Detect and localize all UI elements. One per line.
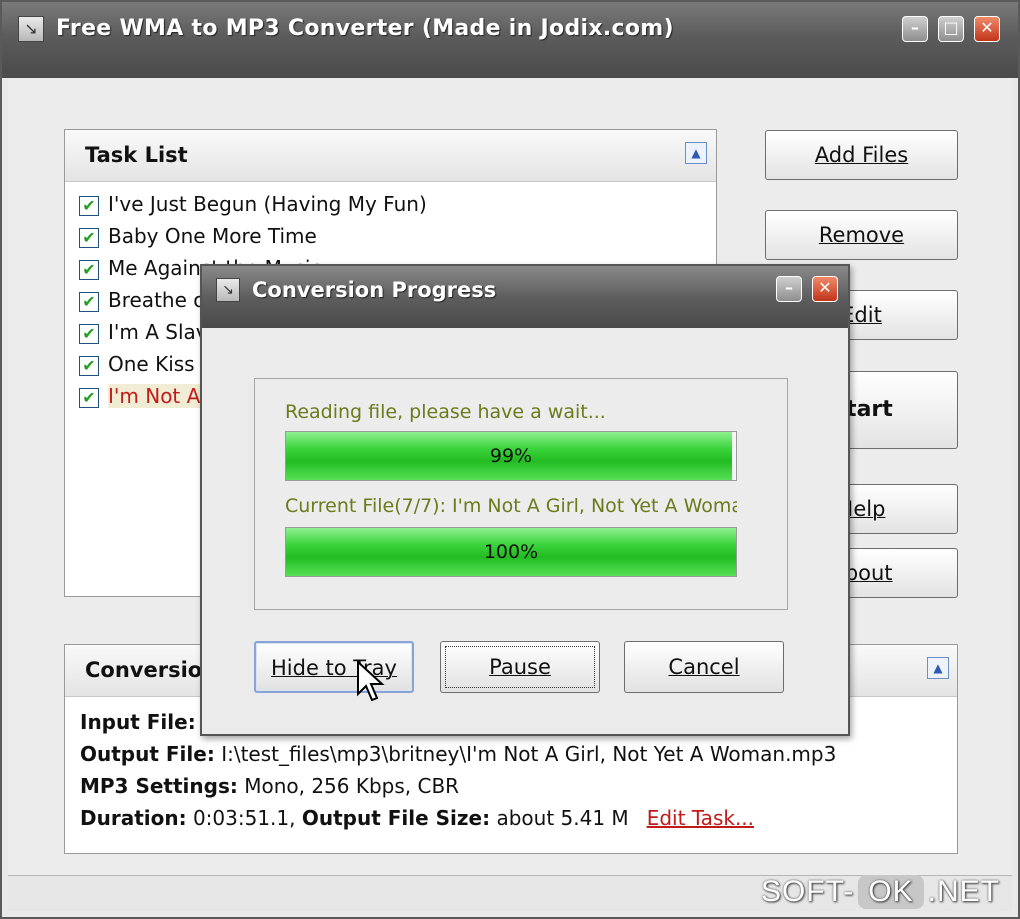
status-bar: SOFT- OK .NET — [8, 875, 1012, 911]
file-progress-bar: 100% — [285, 527, 737, 577]
checkbox-icon[interactable]: ✔ — [79, 291, 99, 312]
collapse-icon[interactable]: ▲ — [685, 142, 707, 164]
dialog-title-bar[interactable]: ↘ Conversion Progress – ✕ — [202, 266, 848, 328]
conversion-progress-dialog: ↘ Conversion Progress – ✕ Reading file, … — [200, 264, 850, 736]
checkbox-icon[interactable]: ✔ — [79, 195, 99, 216]
list-item[interactable]: ✔ I've Just Begun (Having My Fun) — [79, 192, 427, 220]
mp3-settings-line: MP3 Settings: Mono, 256 Kbps, CBR — [80, 774, 460, 798]
checkbox-icon[interactable]: ✔ — [79, 259, 99, 280]
watermark: SOFT- OK .NET — [760, 875, 1000, 909]
minimize-icon[interactable]: – — [776, 276, 802, 302]
remove-button[interactable]: Remove — [765, 210, 958, 260]
dialog-app-icon: ↘ — [216, 278, 240, 302]
maximize-icon[interactable]: □ — [938, 16, 964, 42]
close-icon[interactable]: ✕ — [974, 16, 1000, 42]
task-list-title: Task List — [85, 143, 188, 167]
list-item[interactable]: ✔ Baby One More Time — [79, 224, 317, 252]
progress-group: Reading file, please have a wait... 99% … — [254, 378, 788, 610]
app-icon[interactable]: ↘ — [18, 16, 44, 42]
cancel-button[interactable]: Cancel — [624, 641, 784, 693]
add-files-button[interactable]: Add Files — [765, 130, 958, 180]
checkbox-icon[interactable]: ✔ — [79, 355, 99, 376]
pause-button[interactable]: Pause — [440, 641, 600, 693]
close-icon[interactable]: ✕ — [812, 276, 838, 302]
overall-progress-label: 99% — [489, 445, 533, 467]
checkbox-icon[interactable]: ✔ — [79, 227, 99, 248]
edit-task-link[interactable]: Edit Task... — [647, 806, 754, 830]
checkbox-icon[interactable]: ✔ — [79, 323, 99, 344]
checkbox-icon[interactable]: ✔ — [79, 387, 99, 408]
output-file-line: Output File: I:\test_files\mp3\britney\I… — [80, 742, 837, 766]
list-item[interactable]: ✔ One Kiss — [79, 352, 195, 380]
overall-progress-bar: 99% — [285, 431, 737, 481]
title-bar[interactable]: ↘ Free WMA to MP3 Converter (Made in Jod… — [2, 2, 1018, 78]
duration-line: Duration: 0:03:51.1, Output File Size: a… — [80, 806, 755, 830]
conversion-title: Conversion — [85, 658, 218, 682]
window-title: Free WMA to MP3 Converter (Made in Jodix… — [56, 16, 674, 41]
mouse-cursor-icon — [357, 660, 385, 702]
reading-status-text: Reading file, please have a wait... — [285, 401, 606, 423]
input-file-line: Input File: — [80, 710, 196, 734]
task-list-header: Task List ▲ — [65, 130, 716, 182]
file-progress-label: 100% — [483, 541, 539, 563]
hide-to-tray-button[interactable]: Hide to Tray — [254, 641, 414, 693]
dialog-title: Conversion Progress — [252, 278, 497, 302]
collapse-icon[interactable]: ▲ — [927, 657, 949, 679]
current-file-text: Current File(7/7): I'm Not A Girl, Not Y… — [285, 495, 737, 517]
minimize-icon[interactable]: – — [902, 16, 928, 42]
